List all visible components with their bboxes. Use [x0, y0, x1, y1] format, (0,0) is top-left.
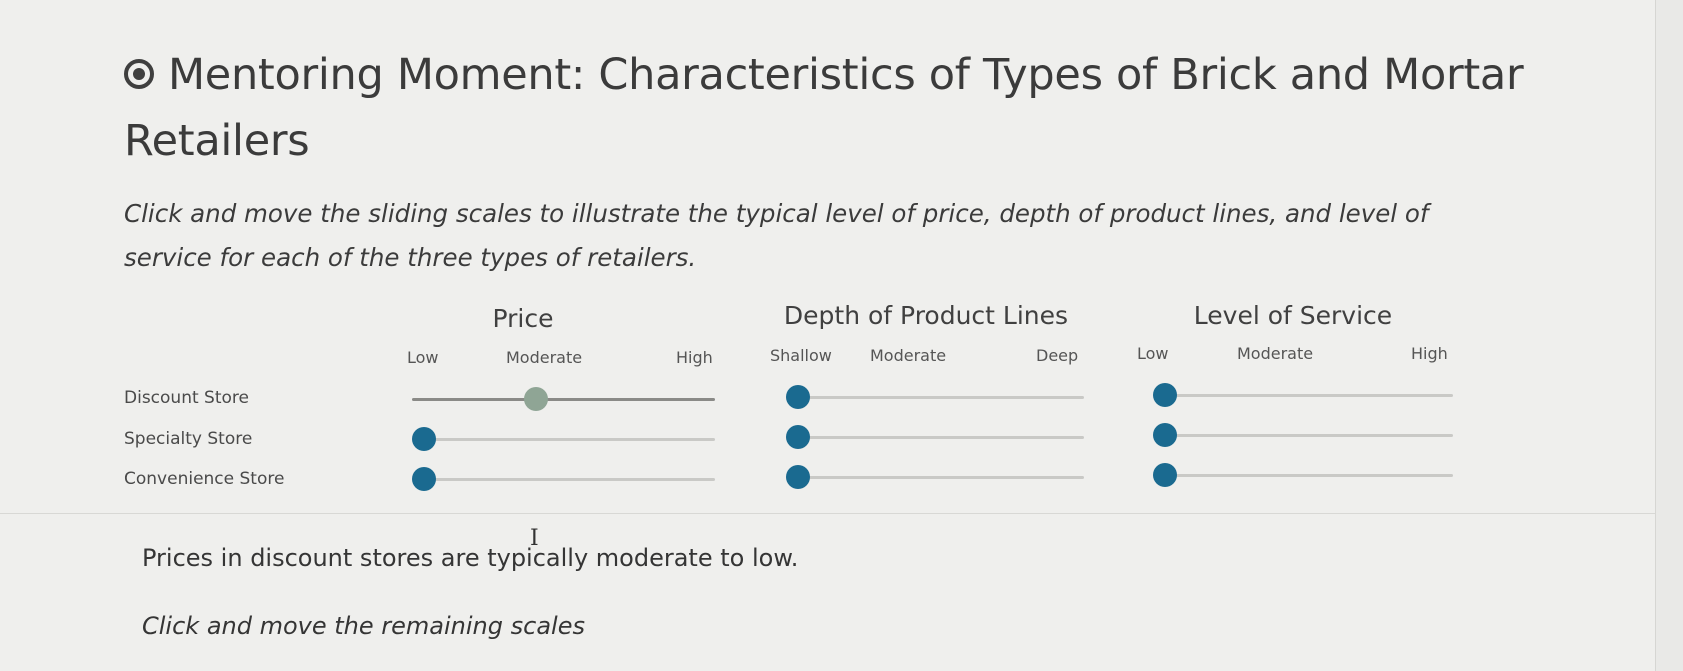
column-heading-depth: Depth of Product Lines: [783, 301, 1069, 330]
depth-scale-shallow: Shallow: [770, 346, 832, 365]
slider-thumb-specialty-store-depth[interactable]: [786, 425, 810, 449]
slider-track-specialty-store-service[interactable]: [1153, 434, 1453, 437]
service-scale-moderate: Moderate: [1237, 344, 1314, 363]
row-label-convenience-store: Convenience Store: [124, 469, 285, 489]
slider-track-convenience-store-depth[interactable]: [786, 476, 1084, 479]
price-scale-low: Low: [407, 348, 439, 367]
slider-track-convenience-store-service[interactable]: [1153, 474, 1453, 477]
slider-thumb-specialty-store-service[interactable]: [1153, 423, 1177, 447]
slider-thumb-specialty-store-price[interactable]: [412, 427, 436, 451]
slider-thumb-convenience-store-price[interactable]: [412, 467, 436, 491]
slider-thumb-discount-store-depth[interactable]: [786, 385, 810, 409]
page-title-text: Mentoring Moment: Characteristics of Typ…: [124, 50, 1524, 166]
depth-scale-deep: Deep: [1036, 346, 1079, 365]
price-scale-moderate: Moderate: [506, 348, 583, 367]
row-label-discount-store: Discount Store: [124, 388, 249, 408]
feedback-text: Prices in discount stores are typically …: [142, 544, 799, 572]
service-scale-high: High: [1411, 344, 1448, 363]
slider-track-specialty-store-depth[interactable]: [786, 436, 1084, 439]
slider-track-specialty-store-price[interactable]: [412, 438, 715, 441]
prompt-text: Click and move the remaining scales: [142, 612, 585, 640]
row-label-specialty-store: Specialty Store: [124, 429, 253, 449]
slider-thumb-convenience-store-service[interactable]: [1153, 463, 1177, 487]
page-title: Mentoring Moment: Characteristics of Typ…: [124, 42, 1544, 174]
slider-track-discount-store-price[interactable]: [412, 398, 715, 401]
slider-track-convenience-store-price[interactable]: [412, 478, 715, 481]
service-scale-low: Low: [1137, 344, 1169, 363]
activity-panel: Mentoring Moment: Characteristics of Typ…: [0, 0, 1656, 671]
slider-thumb-discount-store-price[interactable]: [524, 387, 549, 411]
slider-track-discount-store-service[interactable]: [1153, 394, 1453, 397]
slider-track-discount-store-depth[interactable]: [786, 396, 1084, 399]
instruction-text: Click and move the sliding scales to ill…: [124, 199, 1429, 272]
slider-thumb-discount-store-service[interactable]: [1153, 383, 1177, 407]
price-scale-high: High: [676, 348, 713, 367]
depth-scale-moderate: Moderate: [870, 346, 947, 365]
column-heading-service: Level of Service: [1193, 301, 1393, 330]
mentoring-icon: [124, 58, 154, 89]
slider-thumb-convenience-store-depth[interactable]: [786, 465, 810, 489]
column-heading-price: Price: [492, 304, 554, 333]
divider: [0, 513, 1655, 514]
